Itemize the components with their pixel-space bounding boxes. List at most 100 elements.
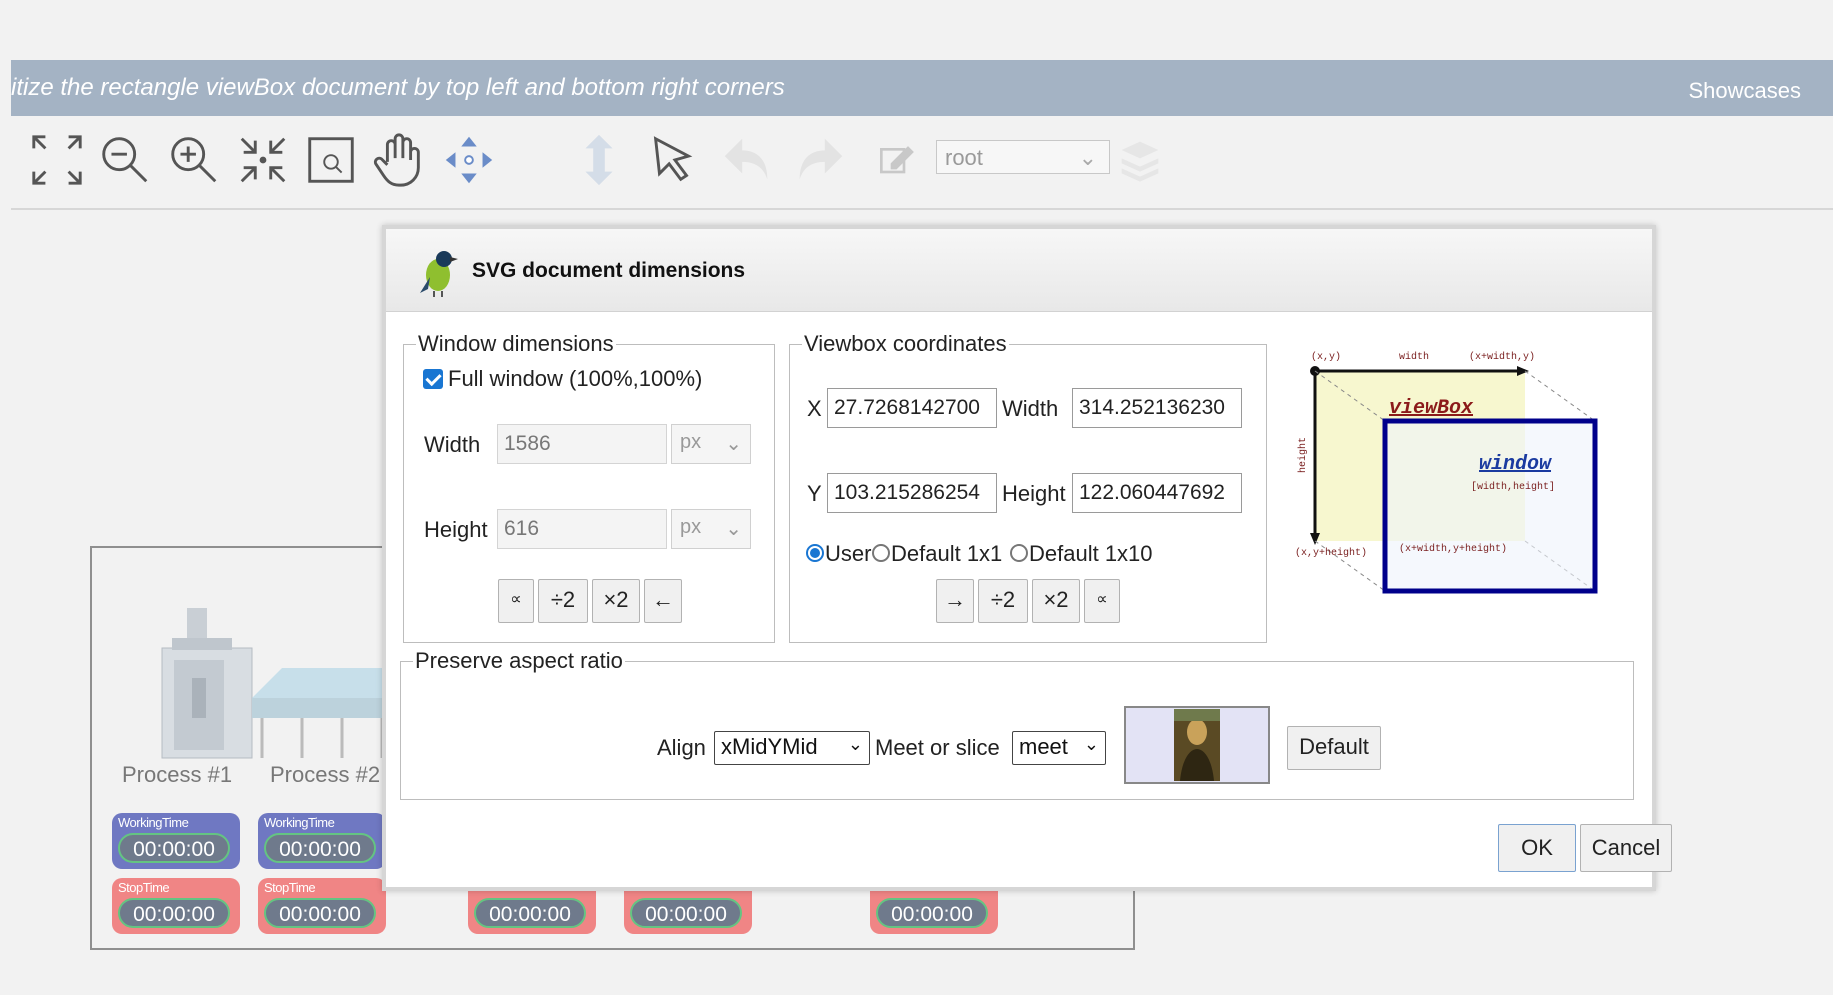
bird-logo-icon xyxy=(420,251,458,297)
cancel-button[interactable]: Cancel xyxy=(1580,824,1672,872)
app-page: itize the rectangle viewBox document by … xyxy=(11,0,1833,995)
viewbox-width-label: Width xyxy=(1002,396,1059,421)
toolbar: root ⌄ xyxy=(11,116,1833,210)
stop-time-1: StopTime 00:00:00 xyxy=(112,878,240,934)
working-time-2: WorkingTime 00:00:00 xyxy=(258,813,386,869)
stop-time-value: 00:00:00 xyxy=(630,898,742,928)
radio-default-1x1-label: Default 1x1 xyxy=(891,541,1003,566)
header-bar: itize the rectangle viewBox document by … xyxy=(11,60,1833,116)
height-unit-select[interactable]: px ⌄ xyxy=(671,509,751,549)
viewbox-illustration: (x,y) width (x+width,y) viewBox height w… xyxy=(1295,351,1598,594)
label-xw-yh: (x+width,y+height) xyxy=(1399,543,1507,555)
viewbox-double-button[interactable]: ×2 xyxy=(1032,579,1080,623)
label-xy: (x,y) xyxy=(1311,351,1341,363)
viewbox-proportional-button[interactable]: ∝ xyxy=(1084,579,1120,623)
preserve-aspect-ratio-legend: Preserve aspect ratio xyxy=(415,648,623,673)
align-label: Align xyxy=(657,735,706,760)
label-viewbox: viewBox xyxy=(1389,397,1474,420)
chevron-down-icon: ⌄ xyxy=(725,518,742,540)
redo-icon[interactable] xyxy=(787,128,851,192)
default-button[interactable]: Default xyxy=(1287,726,1381,770)
stop-time-label: StopTime xyxy=(118,880,170,895)
pointer-icon[interactable] xyxy=(641,128,705,192)
width-unit-value: px xyxy=(680,431,702,453)
ok-button[interactable]: OK xyxy=(1498,824,1576,872)
stop-time-value: 00:00:00 xyxy=(876,898,988,928)
window-halve-button[interactable]: ÷2 xyxy=(538,579,588,623)
meet-or-slice-value: meet xyxy=(1019,734,1068,759)
viewbox-halve-button[interactable]: ÷2 xyxy=(978,579,1028,623)
full-window-label: Full window (100%,100%) xyxy=(448,366,703,391)
label-xw-y: (x+width,y) xyxy=(1469,351,1535,363)
svg-dimensions-dialog: SVG document dimensions Window dimension… xyxy=(382,225,1672,891)
radio-default-1x1[interactable] xyxy=(872,544,890,562)
aspect-preview-image xyxy=(1124,706,1270,784)
stop-time-2: StopTime 00:00:00 xyxy=(258,878,386,934)
radio-user-label: User xyxy=(825,541,872,566)
radio-default-1x10-label: Default 1x10 xyxy=(1029,541,1153,566)
stop-time-value: 00:00:00 xyxy=(474,898,586,928)
full-window-checkbox[interactable] xyxy=(423,369,443,389)
viewbox-y-input[interactable]: 103.215286254 xyxy=(827,473,997,513)
stop-time-label: StopTime xyxy=(264,880,316,895)
align-select[interactable]: xMidYMid ⌄ xyxy=(714,731,870,765)
chevron-down-icon: ⌄ xyxy=(1083,734,1099,754)
viewbox-x-input[interactable]: 27.7268142700 xyxy=(827,388,997,428)
dialog-header: SVG document dimensions xyxy=(386,229,1652,312)
viewbox-y-label: Y xyxy=(807,481,822,506)
dialog-title: SVG document dimensions xyxy=(472,259,746,282)
label-width: width xyxy=(1399,351,1429,363)
showcases-link[interactable]: Showcases xyxy=(1688,78,1801,104)
window-double-button[interactable]: ×2 xyxy=(592,579,640,623)
height-unit-value: px xyxy=(680,516,702,538)
working-time-label: WorkingTime xyxy=(118,815,189,830)
window-proportional-button[interactable]: ∝ xyxy=(498,579,534,623)
viewbox-height-input[interactable]: 122.060447692 xyxy=(1072,473,1242,513)
fit-to-screen-icon[interactable] xyxy=(25,128,89,192)
window-dimensions-legend: Window dimensions xyxy=(418,331,614,356)
layers-icon[interactable] xyxy=(1115,128,1165,192)
undo-icon[interactable] xyxy=(716,128,780,192)
stop-time-value: 00:00:00 xyxy=(118,898,230,928)
top-blank-area xyxy=(11,0,1833,60)
working-time-label: WorkingTime xyxy=(264,815,335,830)
align-select-value: xMidYMid xyxy=(721,734,818,759)
vertical-resize-icon[interactable] xyxy=(567,128,631,192)
zoom-region-icon[interactable] xyxy=(299,128,363,192)
zoom-out-icon[interactable] xyxy=(93,128,157,192)
working-time-1: WorkingTime 00:00:00 xyxy=(112,813,240,869)
radio-default-1x10[interactable] xyxy=(1010,544,1028,562)
height-label: Height xyxy=(424,517,488,542)
stop-time-value: 00:00:00 xyxy=(264,898,376,928)
chevron-down-icon: ⌄ xyxy=(725,433,742,455)
zoom-in-icon[interactable] xyxy=(162,128,226,192)
move-arrows-icon[interactable] xyxy=(437,128,501,192)
viewbox-height-label: Height xyxy=(1002,481,1066,506)
collapse-icon[interactable] xyxy=(231,128,295,192)
meet-or-slice-select[interactable]: meet ⌄ xyxy=(1012,731,1106,765)
window-height-input[interactable]: 616 xyxy=(497,509,667,549)
edit-icon[interactable] xyxy=(876,128,916,192)
layer-select[interactable]: root ⌄ xyxy=(936,140,1110,174)
chevron-down-icon: ⌄ xyxy=(1078,145,1097,170)
page-title: itize the rectangle viewBox document by … xyxy=(11,74,785,101)
width-label: Width xyxy=(424,432,481,457)
width-unit-select[interactable]: px ⌄ xyxy=(671,424,751,464)
viewbox-copy-right-button[interactable]: → xyxy=(936,579,974,623)
preserve-aspect-ratio-group: Preserve aspect ratio xyxy=(400,648,1634,800)
working-time-value: 00:00:00 xyxy=(264,833,376,863)
viewbox-x-label: X xyxy=(807,396,822,421)
meet-or-slice-label: Meet or slice xyxy=(875,735,1000,760)
label-wh: [width,height] xyxy=(1471,481,1555,493)
viewbox-width-input[interactable]: 314.252136230 xyxy=(1072,388,1242,428)
label-window: window xyxy=(1479,453,1552,476)
label-x-yh: (x,y+height) xyxy=(1295,547,1367,559)
working-time-value: 00:00:00 xyxy=(118,833,230,863)
radio-user[interactable] xyxy=(806,544,824,562)
window-width-input[interactable]: 1586 xyxy=(497,424,667,464)
process-label-2: Process #2 xyxy=(270,762,381,787)
pan-hand-icon[interactable] xyxy=(367,128,431,192)
window-copy-left-button[interactable]: ← xyxy=(644,579,682,623)
label-height: height xyxy=(1297,437,1309,473)
process-label-1: Process #1 xyxy=(122,762,233,787)
